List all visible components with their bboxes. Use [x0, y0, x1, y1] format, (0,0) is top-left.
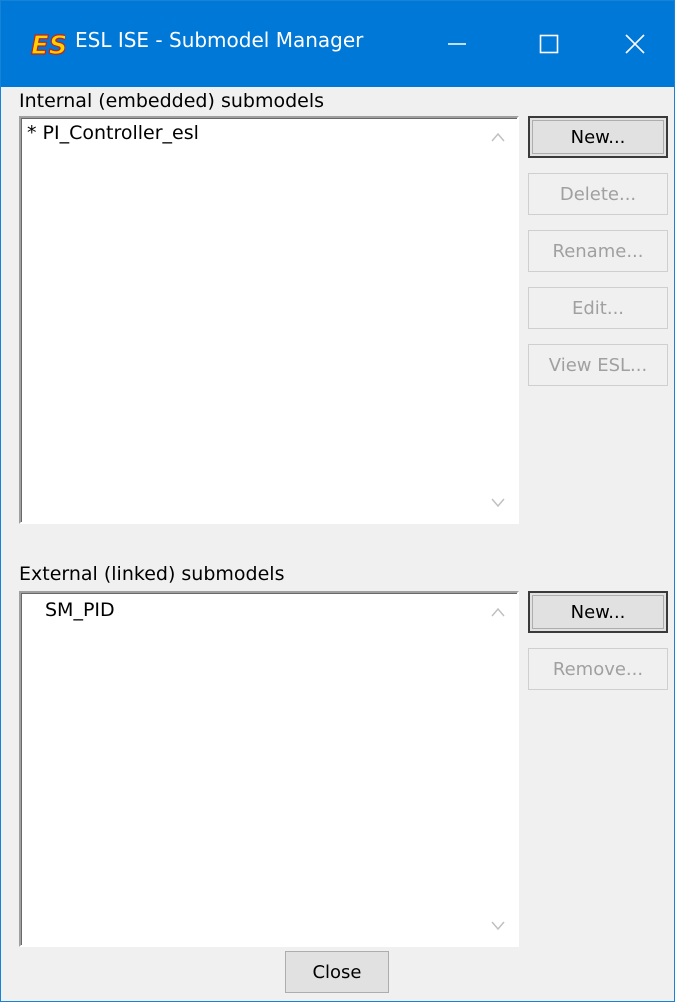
minimize-button[interactable]: [411, 1, 503, 87]
internal-submodels-label: Internal (embedded) submodels: [19, 90, 325, 112]
internal-new-label: New...: [570, 126, 626, 148]
view-esl-button[interactable]: View ESL...: [528, 344, 668, 386]
title-bar[interactable]: ESL ESL ISE - Submodel Manager: [1, 1, 674, 87]
svg-text:ESL: ESL: [31, 31, 65, 60]
close-window-button[interactable]: [595, 1, 674, 87]
external-submodels-list[interactable]: SM_PID: [19, 591, 519, 947]
internal-new-button[interactable]: New...: [528, 116, 668, 158]
minimize-icon: [448, 43, 466, 45]
edit-button[interactable]: Edit...: [528, 287, 668, 329]
internal-submodels-list[interactable]: * PI_Controller_esl: [19, 116, 519, 524]
scroll-down-icon[interactable]: [491, 498, 505, 508]
esl-app-icon: ESL: [29, 26, 65, 60]
scroll-down-icon[interactable]: [491, 921, 505, 931]
submodel-manager-window: ESL ESL ISE - Submodel Manager Internal …: [0, 0, 675, 1002]
maximize-button[interactable]: [503, 1, 595, 87]
close-icon: [624, 34, 645, 54]
remove-button[interactable]: Remove...: [528, 648, 668, 690]
external-new-button[interactable]: New...: [528, 591, 668, 633]
rename-button[interactable]: Rename...: [528, 230, 668, 272]
delete-button[interactable]: Delete...: [528, 173, 668, 215]
maximize-icon: [539, 34, 559, 54]
list-item[interactable]: * PI_Controller_esl: [27, 122, 199, 144]
close-button[interactable]: Close: [285, 951, 389, 993]
scroll-up-icon[interactable]: [491, 132, 505, 142]
list-item[interactable]: SM_PID: [45, 599, 115, 621]
window-title: ESL ISE - Submodel Manager: [75, 28, 364, 52]
scroll-up-icon[interactable]: [491, 607, 505, 617]
external-new-label: New...: [570, 601, 626, 623]
external-submodels-label: External (linked) submodels: [19, 563, 285, 585]
